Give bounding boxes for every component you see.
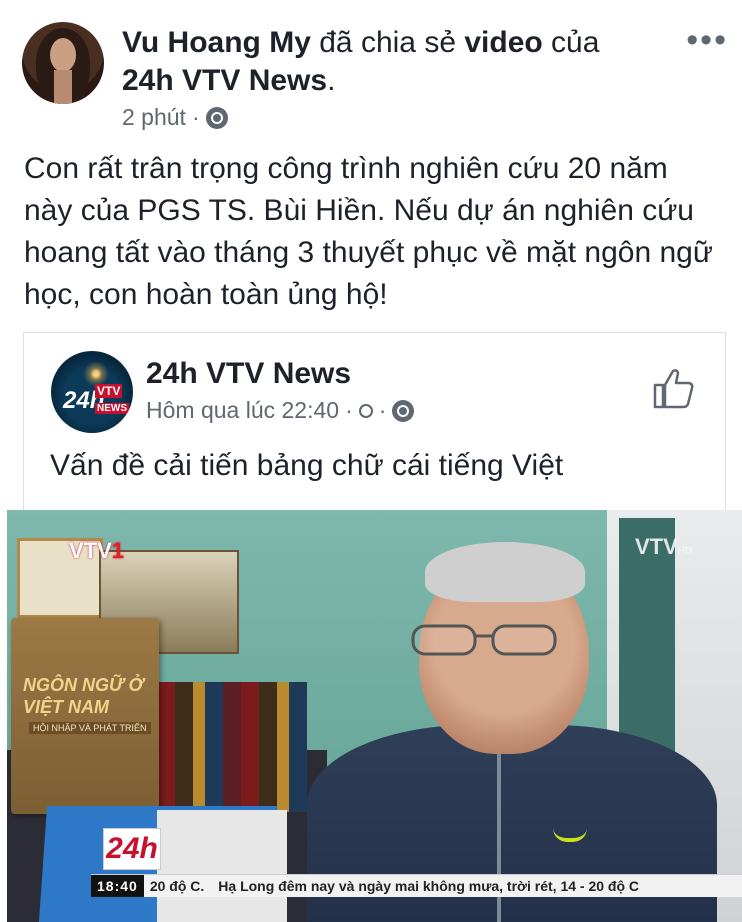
page-avatar[interactable]: 24h VTV NEWS xyxy=(51,351,133,433)
avatar-face xyxy=(50,38,76,72)
video-person-hair xyxy=(425,542,585,602)
video-books xyxy=(157,682,307,812)
more-options-icon[interactable]: ••• xyxy=(686,23,728,57)
shared-title[interactable]: Vấn đề cải tiến bảng chữ cái tiếng Việt xyxy=(50,449,563,483)
book-subtitle: HỘI NHẬP VÀ PHÁT TRIỂN xyxy=(29,722,151,734)
of-text: của xyxy=(542,26,600,59)
shared-meta: Hôm qua lúc 22:40 · · xyxy=(146,397,415,424)
avatar-logo-vtv: VTV xyxy=(95,384,123,398)
vtv-left-one: 1 xyxy=(111,538,125,563)
post-body: Con rất trân trọng công trình nghiên cứu… xyxy=(24,152,713,311)
action-text: đã chia sẻ xyxy=(310,26,465,59)
clock-icon xyxy=(358,403,373,418)
ticker-logo: 24h xyxy=(103,828,161,870)
vtv-right-small: HD xyxy=(677,546,693,557)
post-time[interactable]: 2 phút xyxy=(122,104,186,131)
author-avatar[interactable] xyxy=(22,22,104,104)
avatar-neck xyxy=(54,70,72,104)
avatar-logo-news: NEWS xyxy=(95,403,129,414)
vtv1-logo: VTV1 xyxy=(69,538,124,564)
shared-time[interactable]: Hôm qua lúc 22:40 xyxy=(146,397,339,424)
facebook-post: Vu Hoang My đã chia sẻ video của 24h VTV… xyxy=(0,0,742,922)
ticker-item: 20 độ C. xyxy=(149,878,205,894)
vtv-left-text: VTV xyxy=(69,538,112,563)
vtv-right-text: VTV xyxy=(635,534,678,559)
shared-post-card[interactable]: 24h VTV NEWS 24h VTV News Hôm qua lúc 22… xyxy=(23,332,726,511)
page-suffix: . xyxy=(327,64,336,97)
video-white-box xyxy=(157,810,287,922)
meta-dot: · xyxy=(191,104,200,130)
globe-icon[interactable] xyxy=(205,106,228,129)
post-header: Vu Hoang My đã chia sẻ video của 24h VTV… xyxy=(122,24,682,100)
book-title: NGÔN NGỮ Ở VIỆT NAM xyxy=(23,675,144,717)
news-ticker: 18:40 20 độ C. Hạ Long đêm nay và ngày m… xyxy=(91,874,742,897)
video-thumbnail[interactable]: NGÔN NGỮ Ở VIỆT NAM HỘI NHẬP VÀ PHÁT TRI… xyxy=(7,510,742,922)
globe-icon[interactable] xyxy=(392,399,415,422)
shared-dot-2: · xyxy=(378,397,387,423)
shared-dot: · xyxy=(345,397,353,423)
thumbs-up-icon[interactable] xyxy=(651,367,695,411)
object-link[interactable]: video xyxy=(464,26,542,59)
author-name[interactable]: Vu Hoang My xyxy=(122,26,311,59)
page-link[interactable]: 24h VTV News xyxy=(122,64,327,97)
post-meta: 2 phút · xyxy=(122,104,228,131)
vtv-hd-logo: VTVHD xyxy=(635,534,692,560)
ticker-time: 18:40 xyxy=(91,875,144,897)
glasses-icon xyxy=(411,624,557,656)
shared-page-name[interactable]: 24h VTV News xyxy=(146,357,351,391)
ticker-item: Hạ Long đêm nay và ngày mai không mưa, t… xyxy=(218,878,640,894)
video-book: NGÔN NGỮ Ở VIỆT NAM HỘI NHẬP VÀ PHÁT TRI… xyxy=(11,618,159,814)
